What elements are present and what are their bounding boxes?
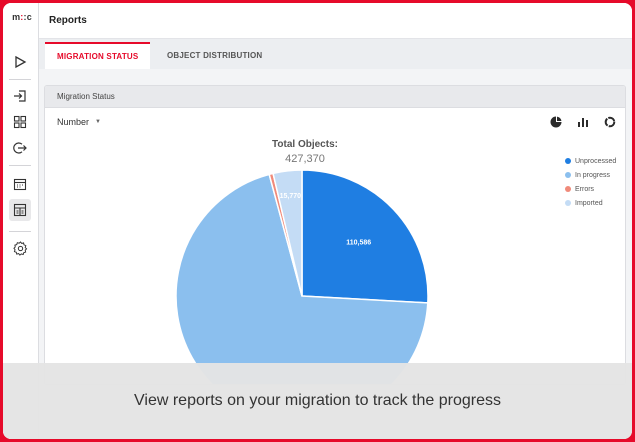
- legend-label: Errors: [575, 185, 595, 193]
- legend-swatch: [565, 158, 571, 164]
- page-title: Reports: [49, 15, 87, 26]
- app-window: m::c Reports MIGRATION STATUS OBJECT DIS…: [3, 3, 632, 439]
- header-bar: Reports: [39, 3, 632, 39]
- sidebar-divider: [9, 79, 31, 80]
- legend-swatch: [565, 172, 571, 178]
- legend-label: Imported: [575, 199, 603, 207]
- calendar-icon[interactable]: [9, 173, 31, 195]
- logout-icon[interactable]: [9, 137, 31, 159]
- tab-bar: MIGRATION STATUS OBJECT DISTRIBUTION: [39, 39, 632, 69]
- chart-legend: Unprocessed In progress Errors Imported: [565, 154, 625, 210]
- settings-icon[interactable]: [9, 237, 31, 259]
- legend-swatch: [565, 186, 571, 192]
- app-logo[interactable]: m::c: [7, 12, 37, 22]
- tab-migration-status[interactable]: MIGRATION STATUS: [45, 42, 151, 69]
- report-icon[interactable]: [9, 199, 31, 221]
- tab-object-distribution[interactable]: OBJECT DISTRIBUTION: [155, 42, 274, 69]
- legend-item-unprocessed[interactable]: Unprocessed: [565, 154, 625, 168]
- caption-banner: View reports on your migration to track …: [3, 363, 632, 439]
- play-icon[interactable]: [9, 51, 31, 73]
- caption-text: View reports on your migration to track …: [134, 392, 501, 409]
- pie-chart: 110,586 15,770: [175, 169, 429, 384]
- pie-slice-unprocessed[interactable]: [301, 169, 429, 304]
- legend-label: In progress: [575, 171, 611, 179]
- legend-item-imported[interactable]: Imported: [565, 196, 625, 210]
- migration-status-card: Migration Status Number ▼ Total Objects:…: [44, 85, 626, 385]
- legend-swatch: [565, 200, 571, 206]
- sidebar-divider: [9, 231, 31, 232]
- legend-label: Unprocessed: [575, 157, 617, 165]
- import-icon[interactable]: [9, 85, 31, 107]
- legend-item-in-progress[interactable]: In progress: [565, 168, 625, 182]
- grid-icon[interactable]: [9, 111, 31, 133]
- legend-item-errors[interactable]: Errors: [565, 182, 625, 196]
- slice-label-unprocessed: 110,586: [346, 239, 371, 246]
- sidebar-divider: [9, 165, 31, 166]
- slice-label-imported: 15,770: [280, 193, 302, 200]
